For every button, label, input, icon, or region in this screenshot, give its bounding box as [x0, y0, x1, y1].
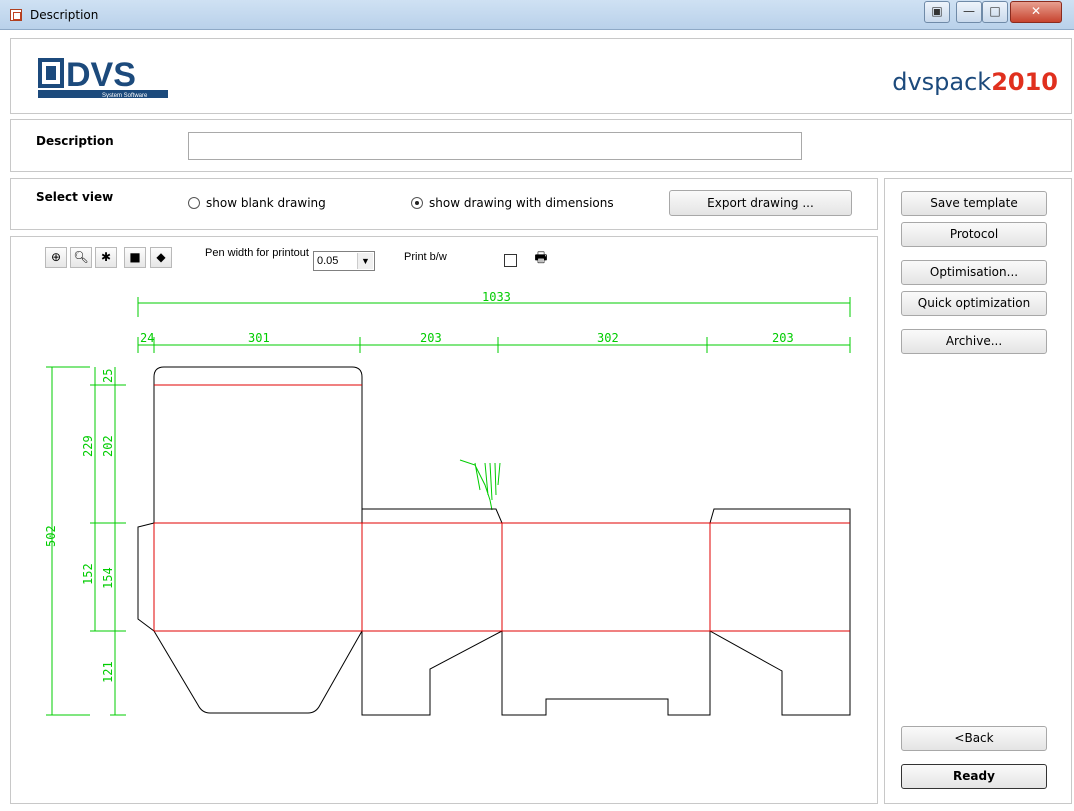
radio-blank-drawing[interactable]: show blank drawing	[188, 196, 348, 212]
zoom-in-icon[interactable]: ⊕	[45, 247, 67, 268]
window-title: Description	[30, 8, 99, 22]
pen-width-label: Pen width for printout	[205, 247, 309, 259]
dvs-logo: DVS System Software	[38, 56, 168, 99]
zoom-fit-icon[interactable]: ✱	[95, 247, 117, 268]
logo-text: DVS	[66, 56, 136, 94]
dim-h-4: 302	[597, 331, 619, 345]
dim-v-6: 154	[101, 567, 115, 589]
product-year: 2010	[991, 68, 1058, 96]
maximize-button[interactable]: □	[982, 1, 1008, 23]
product-name: dvspack	[892, 68, 992, 96]
printer-icon[interactable]: 🖶	[530, 248, 552, 268]
optimisation-button[interactable]: Optimisation...	[901, 260, 1047, 285]
dim-v-7: 121	[101, 661, 115, 683]
logo-subtitle: System Software	[102, 93, 148, 99]
box-drawing: 1033 24 301 203 302 203 502 229 25 202 1…	[44, 290, 851, 716]
print-bw-checkbox[interactable]	[504, 254, 517, 267]
layers-icon[interactable]: ◆	[150, 247, 172, 268]
dim-v-3: 25	[101, 369, 115, 383]
save-template-button[interactable]: Save template	[901, 191, 1047, 216]
pen-width-select[interactable]: 0.05 ▼	[313, 251, 375, 271]
restore-icon[interactable]: ▣	[924, 1, 950, 23]
description-label: Description	[36, 134, 114, 148]
dim-h-2: 301	[248, 331, 270, 345]
radio-selected-icon	[411, 197, 423, 209]
app-icon	[10, 9, 22, 21]
product-logo: dvspack2010	[892, 68, 1058, 96]
color-icon[interactable]: ■	[124, 247, 146, 268]
dim-v-2: 229	[81, 435, 95, 457]
radio-drawing-with-dimensions[interactable]: show drawing with dimensions	[411, 196, 631, 212]
dim-h-3: 203	[420, 331, 442, 345]
dimension-labels: 1033 24 301 203 302 203 502 229 25 202 1…	[44, 290, 794, 683]
quick-optimization-button[interactable]: Quick optimization	[901, 291, 1047, 316]
dim-total-width: 1033	[482, 290, 511, 304]
pen-width-value: 0.05	[317, 255, 339, 267]
chevron-down-icon: ▼	[357, 253, 373, 269]
cut-lines	[137, 366, 851, 716]
select-view-label: Select view	[36, 190, 114, 204]
dim-h-1: 24	[140, 331, 154, 345]
title-bar: Description ▣ — □ ✕	[0, 0, 1074, 30]
dim-h-5: 203	[772, 331, 794, 345]
fold-lines	[153, 384, 850, 632]
description-input[interactable]	[188, 132, 802, 160]
dim-v-4: 202	[101, 435, 115, 457]
zoom-out-icon[interactable]: 🔍︎	[70, 247, 92, 268]
dim-v-1: 502	[44, 525, 58, 547]
print-bw-label: Print b/w	[404, 251, 447, 263]
minimize-button[interactable]: —	[956, 1, 982, 23]
archive-button[interactable]: Archive...	[901, 329, 1047, 354]
protocol-button[interactable]: Protocol	[901, 222, 1047, 247]
ready-button[interactable]: Ready	[901, 764, 1047, 789]
radio-label: show blank drawing	[206, 196, 326, 210]
radio-label: show drawing with dimensions	[429, 196, 614, 210]
radio-icon	[188, 197, 200, 209]
export-drawing-button[interactable]: Export drawing ...	[669, 190, 852, 216]
close-button[interactable]: ✕	[1010, 1, 1062, 23]
back-button[interactable]: <Back	[901, 726, 1047, 751]
dim-v-5: 152	[81, 563, 95, 585]
